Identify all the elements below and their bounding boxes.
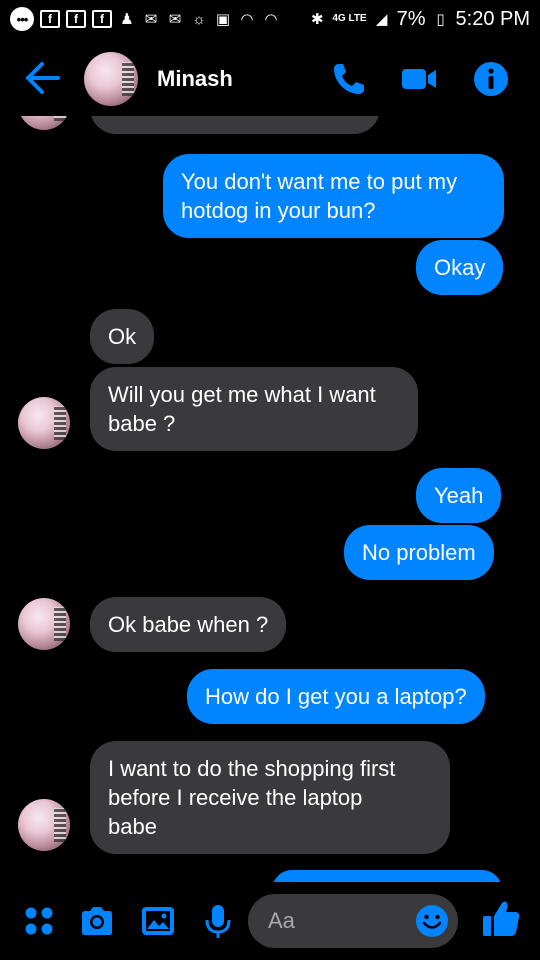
facebook-notification-icon: f xyxy=(92,10,112,28)
contact-avatar-small[interactable] xyxy=(18,397,70,449)
emoji-icon[interactable] xyxy=(414,903,450,939)
signal-icon: ◢ xyxy=(375,11,388,28)
conversation-header: Minash xyxy=(0,40,540,116)
outgoing-message[interactable]: You don't want me to put my hotdog in yo… xyxy=(163,154,504,238)
contact-avatar-small xyxy=(18,116,70,130)
thumbs-up-icon[interactable] xyxy=(480,898,522,940)
message-text: I want to do the shopping first before I… xyxy=(108,756,396,839)
message-text: Yeah xyxy=(434,483,484,508)
mail-icon: ✉ xyxy=(168,11,182,28)
incoming-message[interactable]: Ok babe when ? xyxy=(90,597,287,652)
apps-grid-icon[interactable] xyxy=(20,902,58,940)
outgoing-message[interactable]: How do I get you a laptop? xyxy=(187,669,485,724)
clock: 5:20 PM xyxy=(455,7,530,30)
message-text: How do I get you a laptop? xyxy=(205,684,467,709)
incoming-message[interactable]: Will you get me what I want babe ? xyxy=(90,367,418,451)
video-camera-icon[interactable] xyxy=(400,60,438,98)
message-text: Ok babe when ? xyxy=(108,612,269,637)
network-type-indicator: 4G LTE xyxy=(332,13,367,24)
facebook-notification-icon: f xyxy=(66,10,86,28)
contact-avatar-small[interactable] xyxy=(18,799,70,851)
back-arrow-icon[interactable] xyxy=(22,60,62,96)
message-bubble-partial[interactable] xyxy=(90,116,380,134)
gmail-icon: ✉ xyxy=(144,11,158,28)
outgoing-message[interactable]: Okay xyxy=(416,240,504,295)
message-text: Okay xyxy=(434,255,486,280)
wifi-icon: ◠ xyxy=(241,11,253,28)
contact-avatar-small[interactable] xyxy=(18,598,70,650)
system-status: ✱ 4G LTE ◢ 7% ▯ 5:20 PM xyxy=(308,8,530,31)
battery-icon: ▯ xyxy=(436,11,445,28)
phone-icon[interactable] xyxy=(330,60,368,98)
message-text: Will you get me what I want babe ? xyxy=(108,382,376,436)
camera-icon[interactable] xyxy=(78,902,116,940)
message-bubble-partial[interactable] xyxy=(272,870,502,882)
hotspot-icon: ☼ xyxy=(192,10,206,28)
notification-icons: ••• f f f ♟ ✉ ✉ ☼ ▣ ◠ ◠ xyxy=(10,7,280,31)
info-icon[interactable] xyxy=(472,60,510,98)
more-notifications-icon: ••• xyxy=(10,7,34,31)
outgoing-message[interactable]: Yeah xyxy=(416,468,502,523)
incoming-message[interactable]: Ok xyxy=(90,309,155,364)
outgoing-message[interactable]: No problem xyxy=(344,525,494,580)
message-text: You don't want me to put my hotdog in yo… xyxy=(181,169,458,223)
snapchat-icon: ♟ xyxy=(120,11,134,28)
incoming-message[interactable]: I want to do the shopping first before I… xyxy=(90,741,450,854)
bluetooth-icon: ✱ xyxy=(311,11,324,28)
wifi-icon: ◠ xyxy=(265,11,277,28)
battery-percent: 7% xyxy=(396,7,426,30)
gallery-icon[interactable] xyxy=(139,902,177,940)
message-text: No problem xyxy=(362,540,476,565)
message-text: Ok xyxy=(108,324,137,349)
contact-avatar[interactable] xyxy=(84,52,138,106)
contact-name[interactable]: Minash xyxy=(157,66,233,92)
microphone-icon[interactable] xyxy=(199,902,237,940)
image-notification-icon: ▣ xyxy=(215,11,231,28)
message-thread[interactable]: You don't want me to put my hotdog in yo… xyxy=(0,116,540,882)
status-bar: ••• f f f ♟ ✉ ✉ ☼ ▣ ◠ ◠ ✱ 4G LTE ◢ 7% ▯ … xyxy=(0,0,540,38)
facebook-notification-icon: f xyxy=(40,10,60,28)
